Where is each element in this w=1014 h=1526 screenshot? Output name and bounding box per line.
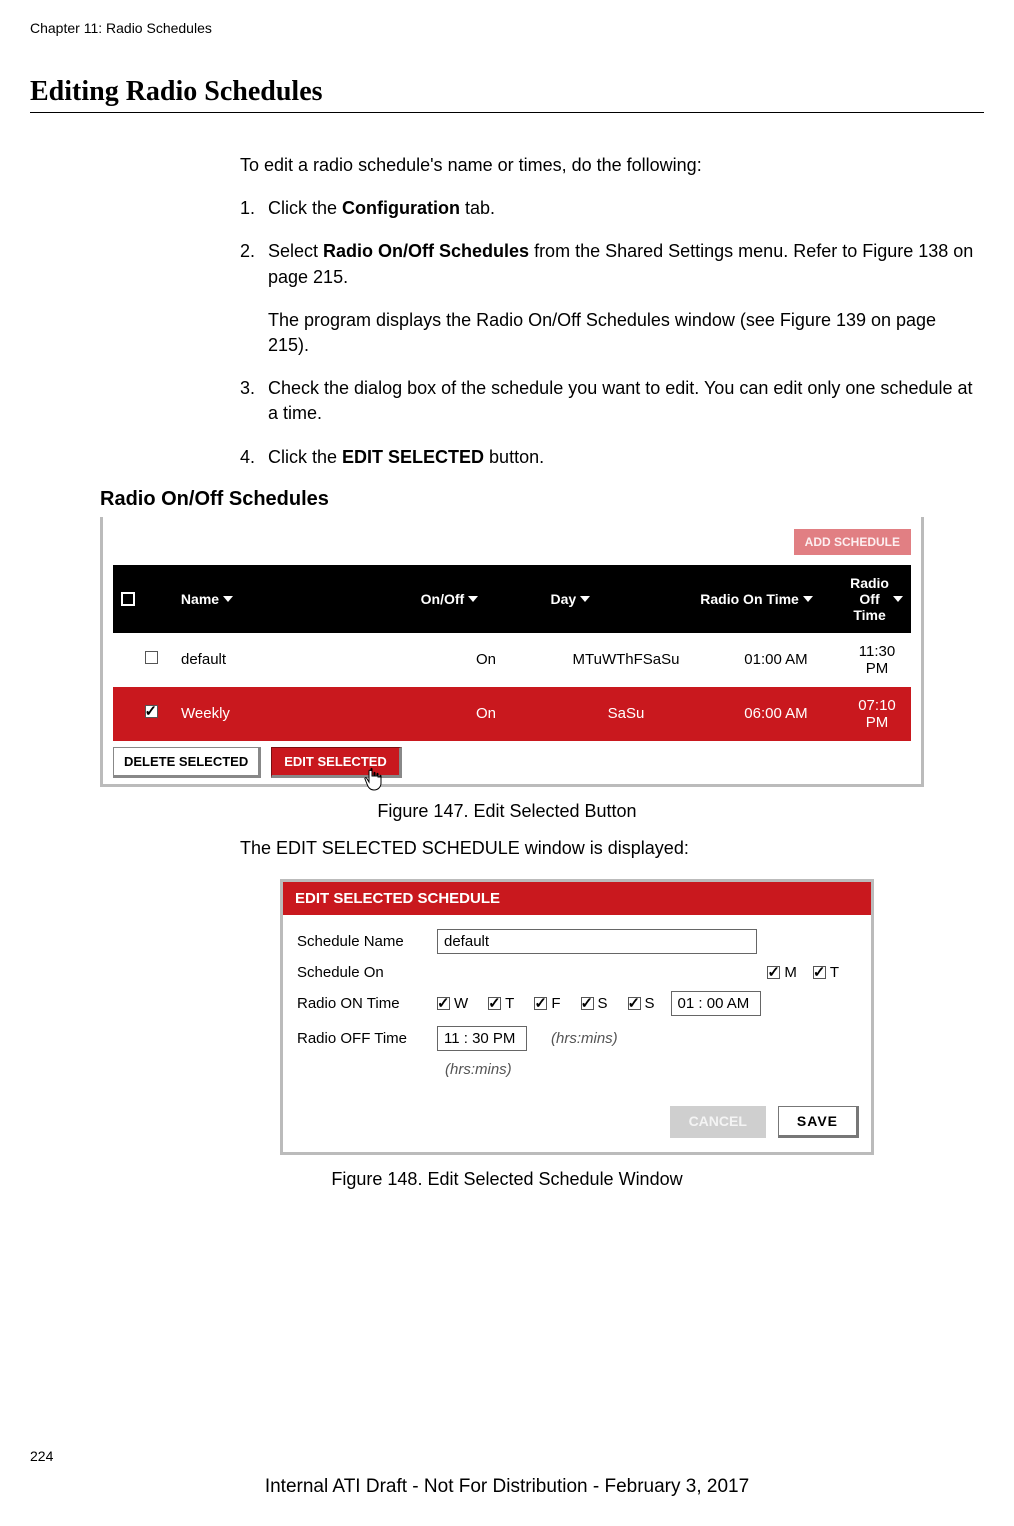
- hint-hrs-mins-2: (hrs:mins): [445, 1061, 512, 1078]
- day-checkbox[interactable]: W: [437, 995, 468, 1012]
- fig2-header: EDIT SELECTED SCHEDULE: [283, 882, 871, 915]
- day-checkbox[interactable]: S: [581, 995, 608, 1012]
- cell-off-time: 11:30 PM: [851, 643, 903, 677]
- caret-down-icon: [893, 596, 903, 602]
- mid-text: The EDIT SELECTED SCHEDULE window is dis…: [240, 836, 974, 861]
- label-schedule-name: Schedule Name: [297, 933, 437, 950]
- step-number: 4.: [240, 445, 268, 470]
- step-body: Click the EDIT SELECTED button.: [268, 445, 974, 470]
- checkbox-icon: [488, 997, 501, 1010]
- col-day[interactable]: Day: [550, 591, 576, 607]
- figure-147-caption: Figure 147. Edit Selected Button: [30, 801, 984, 822]
- cell-name: Weekly: [181, 705, 421, 722]
- caret-down-icon: [580, 596, 590, 602]
- step-item: 3.Check the dialog box of the schedule y…: [240, 376, 974, 426]
- day-checkbox[interactable]: T: [813, 964, 839, 981]
- day-label: T: [505, 995, 514, 1012]
- figure-148: EDIT SELECTED SCHEDULE Schedule Name Sch…: [280, 879, 874, 1155]
- day-label: S: [598, 995, 608, 1012]
- day-checkbox[interactable]: S: [628, 995, 655, 1012]
- checkbox-icon: [813, 966, 826, 979]
- intro-text: To edit a radio schedule's name or times…: [240, 153, 974, 178]
- label-radio-on-time: Radio ON Time: [297, 995, 437, 1012]
- label-radio-off-time: Radio OFF Time: [297, 1030, 437, 1047]
- row-checkbox[interactable]: [145, 705, 158, 718]
- caret-down-icon: [468, 596, 478, 602]
- step-item: 4.Click the EDIT SELECTED button.: [240, 445, 974, 470]
- figure-147: Radio On/Off Schedules ADD SCHEDULE Name…: [100, 488, 924, 787]
- radio-on-time-input[interactable]: [671, 991, 761, 1016]
- step-item: 2.Select Radio On/Off Schedules from the…: [240, 239, 974, 358]
- cell-off-time: 07:10 PM: [851, 697, 903, 731]
- row-checkbox[interactable]: [145, 651, 158, 664]
- page-number: 224: [30, 1448, 53, 1464]
- cancel-button[interactable]: CANCEL: [670, 1106, 766, 1138]
- section-rule: [30, 112, 984, 113]
- cell-onoff: On: [421, 705, 551, 722]
- checkbox-icon: [581, 997, 594, 1010]
- radio-off-time-input[interactable]: [437, 1026, 527, 1051]
- step-number: 2.: [240, 239, 268, 358]
- checkbox-icon: [534, 997, 547, 1010]
- day-checkbox[interactable]: F: [534, 995, 560, 1012]
- schedule-name-input[interactable]: [437, 929, 757, 954]
- header-checkbox[interactable]: [121, 592, 135, 606]
- action-bar: DELETE SELECTED EDIT SELECTED: [113, 747, 911, 778]
- col-name[interactable]: Name: [181, 591, 219, 607]
- day-label: F: [551, 995, 560, 1012]
- caret-down-icon: [803, 596, 813, 602]
- day-label: T: [830, 964, 839, 981]
- col-on-time[interactable]: Radio On Time: [700, 591, 799, 607]
- section-title: Editing Radio Schedules: [30, 76, 984, 108]
- fig1-title: Radio On/Off Schedules: [100, 488, 924, 511]
- step-list: 1.Click the Configuration tab.2.Select R…: [240, 196, 974, 470]
- checkbox-icon: [437, 997, 450, 1010]
- table-row[interactable]: defaultOnMTuWThFSaSu01:00 AM11:30 PM: [113, 633, 911, 687]
- checkbox-icon: [628, 997, 641, 1010]
- checkbox-icon: [767, 966, 780, 979]
- step-body: Click the Configuration tab.: [268, 196, 974, 221]
- cell-day: SaSu: [551, 705, 701, 722]
- day-label: W: [454, 995, 468, 1012]
- cell-name: default: [181, 651, 421, 668]
- delete-selected-button[interactable]: DELETE SELECTED: [113, 747, 261, 778]
- col-onoff[interactable]: On/Off: [421, 591, 465, 607]
- cursor-hand-icon: [363, 767, 385, 793]
- save-button[interactable]: SAVE: [778, 1106, 859, 1138]
- day-checkbox[interactable]: T: [488, 995, 514, 1012]
- caret-down-icon: [223, 596, 233, 602]
- figure-148-caption: Figure 148. Edit Selected Schedule Windo…: [30, 1169, 984, 1190]
- cell-on-time: 01:00 AM: [701, 651, 851, 668]
- hint-hrs-mins: (hrs:mins): [551, 1030, 618, 1047]
- step-number: 3.: [240, 376, 268, 426]
- fig1-panel: ADD SCHEDULE Name On/Off Day Radio On Ti…: [100, 517, 924, 787]
- add-schedule-button[interactable]: ADD SCHEDULE: [794, 529, 911, 555]
- step-body: Select Radio On/Off Schedules from the S…: [268, 239, 974, 358]
- footer-text: Internal ATI Draft - Not For Distributio…: [0, 1476, 1014, 1498]
- step-item: 1.Click the Configuration tab.: [240, 196, 974, 221]
- table-row[interactable]: WeeklyOnSaSu06:00 AM07:10 PM: [113, 687, 911, 741]
- step-number: 1.: [240, 196, 268, 221]
- cell-onoff: On: [421, 651, 551, 668]
- cell-on-time: 06:00 AM: [701, 705, 851, 722]
- cell-day: MTuWThFSaSu: [551, 651, 701, 668]
- step-body: Check the dialog box of the schedule you…: [268, 376, 974, 426]
- day-label: S: [645, 995, 655, 1012]
- label-schedule-on: Schedule On: [297, 964, 437, 981]
- day-label: M: [784, 964, 797, 981]
- chapter-header: Chapter 11: Radio Schedules: [30, 20, 984, 36]
- day-checkbox[interactable]: M: [767, 964, 797, 981]
- table-header: Name On/Off Day Radio On Time Radio Off …: [113, 565, 911, 633]
- col-off-time[interactable]: Radio Off Time: [850, 575, 889, 623]
